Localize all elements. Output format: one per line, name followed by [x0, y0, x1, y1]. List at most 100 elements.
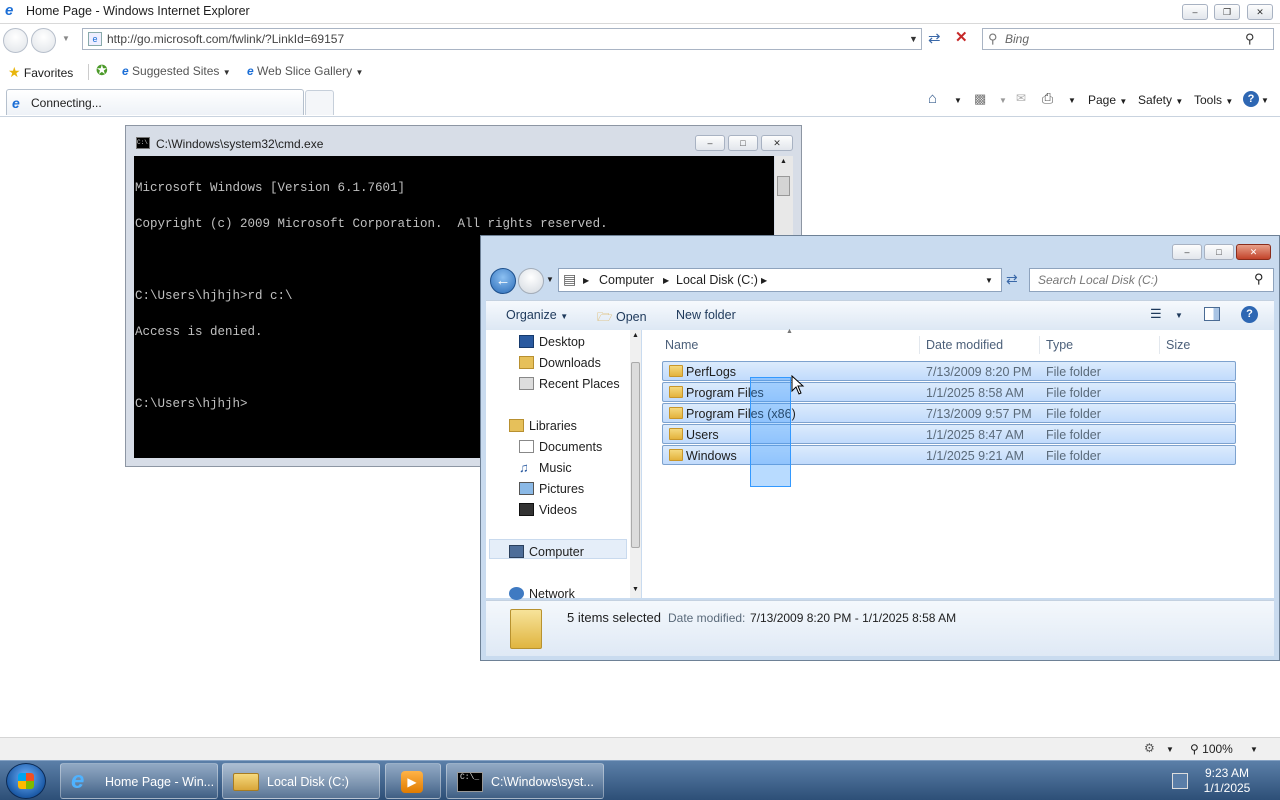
web-slice-gallery-link[interactable]: e Web Slice Gallery ▼: [247, 64, 363, 78]
scroll-thumb[interactable]: [777, 176, 790, 196]
zoom-level[interactable]: ⚲ 100%: [1190, 742, 1233, 756]
print-icon[interactable]: ⎙: [1042, 90, 1053, 107]
breadcrumb[interactable]: ▤ ▶ Computer ▶ Local Disk (C:) ▶ ▼: [558, 268, 1002, 292]
nav-scroll-down-icon[interactable]: ▼: [632, 586, 639, 593]
print-dropdown-icon[interactable]: ▼: [1068, 96, 1076, 105]
address-dropdown-icon[interactable]: ▼: [909, 34, 918, 44]
explorer-refresh-icon[interactable]: ⇄: [1006, 271, 1018, 288]
details-date-label: Date modified:: [668, 611, 746, 625]
nav-recent-places[interactable]: Recent Places: [519, 377, 620, 391]
tab-home-page[interactable]: e Connecting...: [6, 89, 304, 115]
nav-scroll-up-icon[interactable]: ▲: [632, 332, 639, 339]
table-row[interactable]: Program Files 1/1/2025 8:58 AM File folder: [662, 382, 1236, 402]
windows-logo-icon: [18, 773, 34, 789]
explorer-close-button[interactable]: ✕: [1236, 244, 1271, 260]
column-size[interactable]: Size: [1166, 338, 1190, 352]
table-row[interactable]: Users 1/1/2025 8:47 AM File folder: [662, 424, 1236, 444]
page-menu[interactable]: Page ▼: [1088, 93, 1127, 107]
explorer-minimize-button[interactable]: –: [1172, 244, 1202, 260]
explorer-window[interactable]: – □ ✕ ← ▼ ▤ ▶ Computer ▶ Local Disk (C:)…: [480, 235, 1280, 661]
folder-icon: [669, 428, 683, 440]
nav-pictures[interactable]: Pictures: [519, 482, 584, 496]
help-icon[interactable]: ?: [1241, 306, 1258, 323]
help-icon[interactable]: ?: [1243, 91, 1259, 107]
table-row[interactable]: PerfLogs 7/13/2009 8:20 PM File folder: [662, 361, 1236, 381]
file-list[interactable]: ▲ Name Date modified Type Size PerfLogs 7…: [642, 328, 1274, 598]
documents-icon: [519, 440, 534, 453]
explorer-search-icon[interactable]: ⚲: [1254, 271, 1264, 287]
zoom-dropdown-icon[interactable]: ▼: [1250, 745, 1258, 754]
cmd-close-button[interactable]: ✕: [761, 135, 793, 151]
taskbar-cmd-button[interactable]: C:\_ C:\Windows\syst...: [446, 763, 604, 799]
tools-menu[interactable]: Tools ▼: [1194, 93, 1233, 107]
organize-button[interactable]: Organize ▼: [506, 308, 568, 322]
nav-downloads[interactable]: Downloads: [519, 356, 601, 370]
favorites-button[interactable]: ★ Favorites: [8, 64, 73, 81]
nav-desktop[interactable]: Desktop: [519, 335, 585, 349]
nav-videos[interactable]: Videos: [519, 503, 577, 517]
breadcrumb-computer[interactable]: Computer: [599, 273, 654, 287]
start-button[interactable]: [6, 763, 46, 799]
recent-pages-icon[interactable]: ▼: [62, 34, 70, 43]
back-button[interactable]: [3, 28, 28, 53]
feeds-dropdown-icon[interactable]: ▼: [999, 96, 1007, 105]
nav-desktop-label: Desktop: [539, 335, 585, 349]
home-icon[interactable]: ⌂: [928, 90, 937, 107]
table-row[interactable]: Windows 1/1/2025 9:21 AM File folder: [662, 445, 1236, 465]
explorer-search-box[interactable]: Search Local Disk (C:) ⚲: [1029, 268, 1274, 292]
ie-close-button[interactable]: ✕: [1247, 4, 1273, 20]
mail-icon[interactable]: ✉: [1016, 91, 1026, 105]
home-dropdown-icon[interactable]: ▼: [954, 96, 962, 105]
views-icon[interactable]: ☰: [1150, 306, 1162, 322]
clock-time: 9:23 AM: [1204, 766, 1250, 780]
open-button[interactable]: 🗁 Open: [597, 308, 647, 329]
refresh-icon[interactable]: ⇄: [928, 31, 941, 46]
taskbar-explorer-button[interactable]: Local Disk (C:): [222, 763, 380, 799]
ie-minimize-button[interactable]: –: [1182, 4, 1208, 20]
add-to-favorites-icon[interactable]: ✪: [96, 62, 108, 79]
breadcrumb-local-disk[interactable]: Local Disk (C:): [676, 273, 758, 287]
nav-scrollbar[interactable]: ▲ ▼: [630, 330, 641, 598]
search-box[interactable]: ⚲ Bing ⚲: [982, 28, 1274, 50]
explorer-forward-button[interactable]: [518, 268, 544, 294]
explorer-recent-dropdown-icon[interactable]: ▼: [546, 275, 554, 284]
help-dropdown-icon[interactable]: ▼: [1261, 96, 1269, 105]
ie-restore-button[interactable]: ❐: [1214, 4, 1240, 20]
column-name[interactable]: Name: [665, 338, 698, 352]
views-dropdown-icon[interactable]: ▼: [1175, 311, 1183, 320]
nav-libraries[interactable]: Libraries: [509, 419, 577, 433]
cmd-maximize-button[interactable]: □: [728, 135, 758, 151]
new-folder-button[interactable]: New folder: [676, 308, 736, 322]
network-tray-icon[interactable]: [1172, 773, 1188, 789]
organize-label: Organize: [506, 308, 557, 322]
protected-mode-icon[interactable]: ⚙: [1144, 741, 1155, 755]
address-bar[interactable]: e http://go.microsoft.com/fwlink/?LinkId…: [82, 28, 922, 50]
table-row[interactable]: Program Files (x86) 7/13/2009 9:57 PM File…: [662, 403, 1236, 423]
preview-pane-icon[interactable]: [1204, 307, 1220, 321]
explorer-back-button[interactable]: ←: [490, 268, 516, 294]
forward-button[interactable]: [31, 28, 56, 53]
nav-computer[interactable]: Computer: [509, 545, 584, 559]
explorer-maximize-button[interactable]: □: [1204, 244, 1234, 260]
system-clock[interactable]: 9:23 AM 1/1/2025: [1196, 766, 1258, 796]
protected-mode-dropdown-icon[interactable]: ▼: [1166, 745, 1174, 754]
row-date: 7/13/2009 8:20 PM: [926, 365, 1032, 379]
nav-scroll-thumb[interactable]: [631, 362, 640, 548]
column-date-modified[interactable]: Date modified: [926, 338, 1003, 352]
taskbar-ie-button[interactable]: e Home Page - Win...: [60, 763, 218, 799]
cmd-minimize-button[interactable]: –: [695, 135, 725, 151]
search-icon[interactable]: ⚲: [1245, 31, 1255, 47]
nav-music[interactable]: ♫ Music: [519, 461, 572, 475]
safety-menu[interactable]: Safety ▼: [1138, 93, 1183, 107]
taskbar-media-player-button[interactable]: ▶: [385, 763, 441, 799]
pictures-icon: [519, 482, 534, 495]
nav-network[interactable]: Network: [509, 587, 575, 601]
suggested-sites-link[interactable]: e Suggested Sites ▼: [122, 64, 231, 78]
new-tab-button[interactable]: [305, 90, 334, 115]
feeds-icon[interactable]: ▩: [974, 91, 986, 107]
stop-icon[interactable]: ✕: [955, 30, 968, 45]
column-type[interactable]: Type: [1046, 338, 1073, 352]
scroll-up-icon[interactable]: ▲: [780, 158, 787, 165]
breadcrumb-dropdown-icon[interactable]: ▼: [985, 276, 993, 285]
nav-documents[interactable]: Documents: [519, 440, 602, 454]
